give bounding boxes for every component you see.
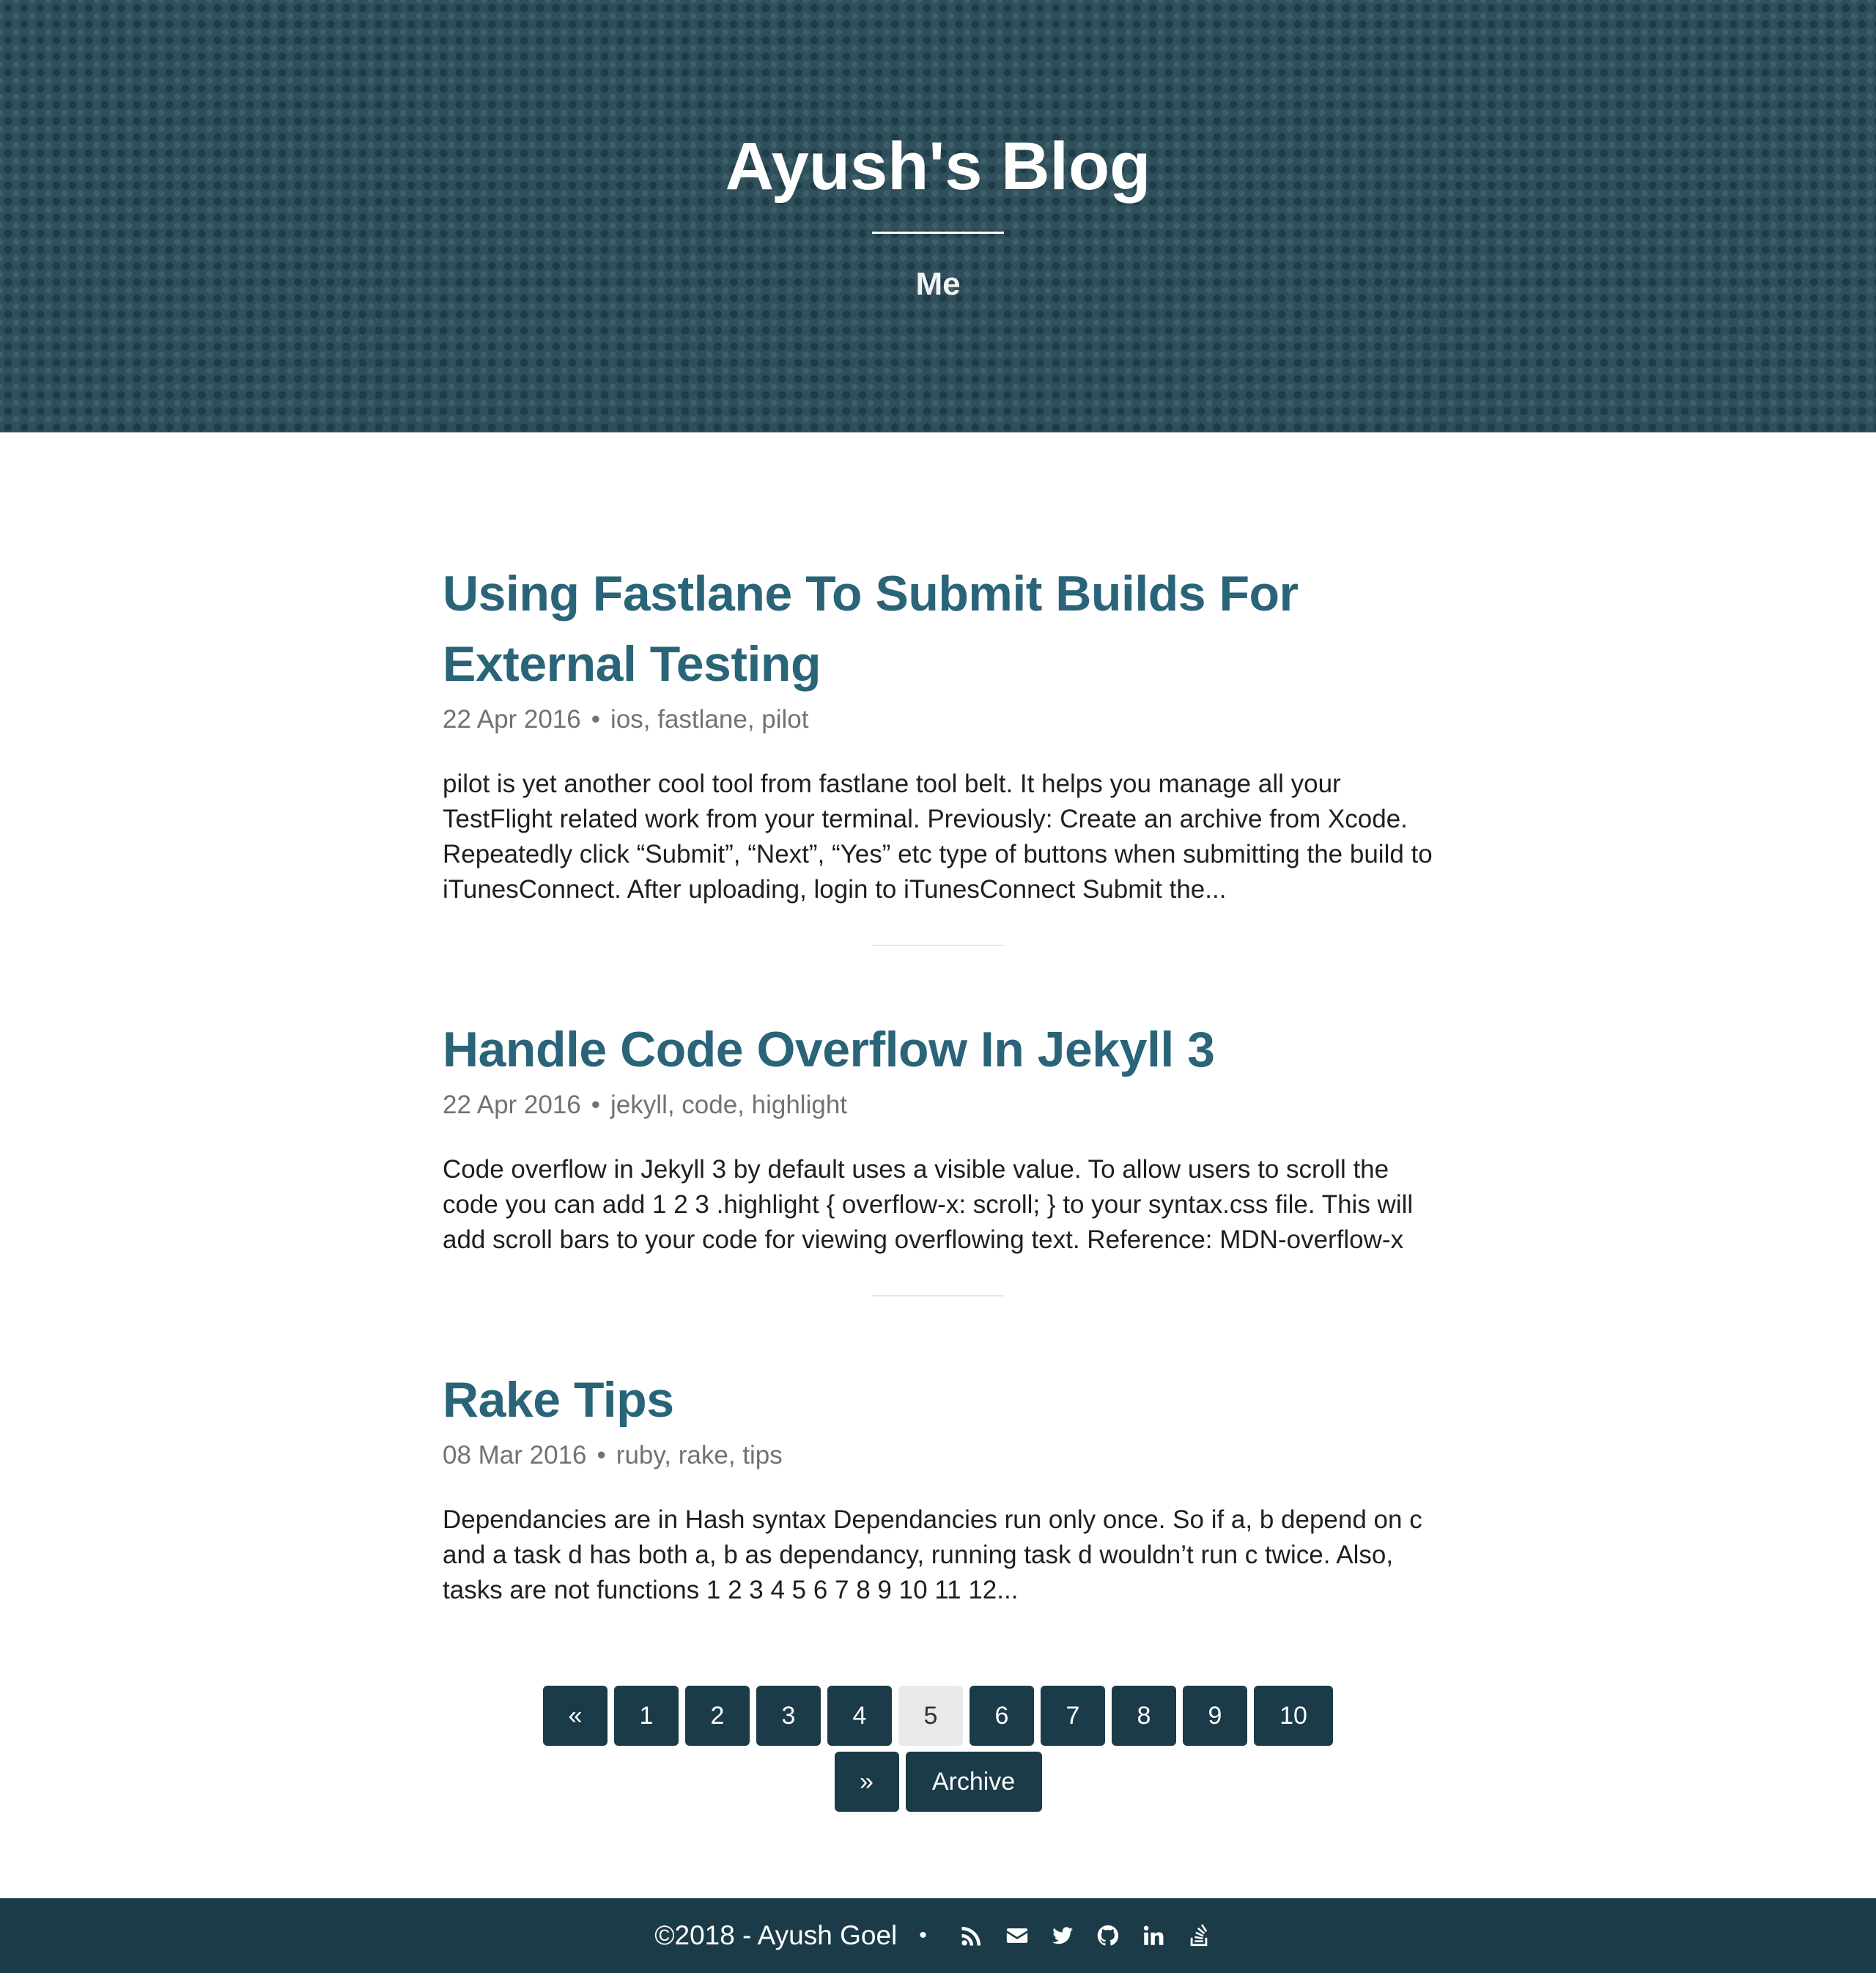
pagination-row: » Archive (0, 1752, 1876, 1812)
post-date: 22 Apr 2016 (443, 705, 581, 734)
post-item: Handle Code Overflow In Jekyll 3 22 Apr … (443, 1014, 1439, 1283)
post-title-link[interactable]: Rake Tips (443, 1365, 1439, 1435)
post-meta: 22 Apr 2016 • jekyll, code, highlight (443, 1089, 1439, 1121)
twitter-icon[interactable] (1049, 1922, 1077, 1950)
pagination-page-7[interactable]: 7 (1041, 1686, 1105, 1746)
pagination-page-10[interactable]: 10 (1254, 1686, 1333, 1746)
email-icon[interactable] (1003, 1922, 1031, 1950)
pagination-page-4[interactable]: 4 (827, 1686, 892, 1746)
post-title-link[interactable]: Handle Code Overflow In Jekyll 3 (443, 1014, 1439, 1085)
site-header: Ayush's Blog Me (0, 0, 1876, 432)
post-excerpt: pilot is yet another cool tool from fast… (443, 770, 1433, 904)
post-tags[interactable]: ios, fastlane, pilot (610, 705, 808, 734)
post-divider (872, 1295, 1004, 1297)
pagination-row: « 1 2 3 4 5 6 7 8 9 10 (0, 1686, 1876, 1746)
nav-link-me[interactable]: Me (0, 262, 1876, 306)
post-meta: 08 Mar 2016 • ruby, rake, tips (443, 1439, 1439, 1472)
post-divider (872, 945, 1004, 946)
pagination-page-8[interactable]: 8 (1112, 1686, 1176, 1746)
pagination-prev-button[interactable]: « (543, 1686, 608, 1746)
meta-separator: • (597, 1441, 606, 1469)
linkedin-icon[interactable] (1140, 1922, 1167, 1950)
site-title[interactable]: Ayush's Blog (0, 126, 1876, 207)
pagination-page-6[interactable]: 6 (970, 1686, 1034, 1746)
pagination-page-current: 5 (898, 1686, 963, 1746)
post-tags[interactable]: ruby, rake, tips (616, 1441, 783, 1469)
pagination-page-9[interactable]: 9 (1183, 1686, 1247, 1746)
site-footer: ©2018 - Ayush Goel • (0, 1898, 1876, 1973)
post-item: Rake Tips 08 Mar 2016 • ruby, rake, tips D… (443, 1365, 1439, 1634)
post-title-link[interactable]: Using Fastlane To Submit Builds For Exte… (443, 558, 1439, 699)
archive-button[interactable]: Archive (905, 1752, 1042, 1812)
pagination-page-2[interactable]: 2 (685, 1686, 750, 1746)
post-item: Using Fastlane To Submit Builds For Exte… (443, 558, 1439, 933)
pagination-next-button[interactable]: » (834, 1752, 899, 1812)
footer-separator: • (919, 1923, 927, 1947)
post-date: 22 Apr 2016 (443, 1091, 581, 1119)
post-excerpt: Code overflow in Jekyll 3 by default use… (443, 1155, 1414, 1254)
pagination-page-1[interactable]: 1 (614, 1686, 679, 1746)
post-excerpt: Dependancies are in Hash syntax Dependan… (443, 1505, 1422, 1604)
post-meta: 22 Apr 2016 • ios, fastlane, pilot (443, 704, 1439, 736)
copyright-text: ©2018 - Ayush Goel (654, 1920, 898, 1950)
rss-icon[interactable] (958, 1922, 986, 1950)
pagination-page-3[interactable]: 3 (756, 1686, 821, 1746)
meta-separator: • (591, 1091, 601, 1119)
title-divider (872, 232, 1004, 234)
post-date: 08 Mar 2016 (443, 1441, 587, 1469)
stackoverflow-icon[interactable] (1185, 1922, 1213, 1950)
post-tags[interactable]: jekyll, code, highlight (610, 1091, 847, 1119)
github-icon[interactable] (1094, 1922, 1122, 1950)
meta-separator: • (591, 705, 601, 734)
